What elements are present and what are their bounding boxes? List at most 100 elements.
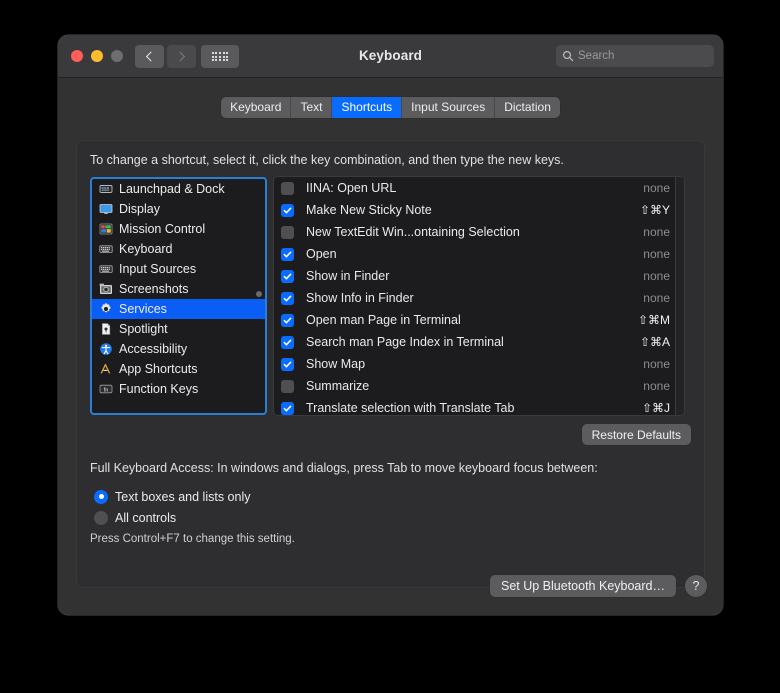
shortcut-value[interactable]: ⇧⌘M bbox=[638, 313, 670, 327]
shortcut-value[interactable]: ⇧⌘J bbox=[642, 401, 670, 415]
shortcut-value[interactable]: none bbox=[643, 269, 670, 283]
shortcut-name: Translate selection with Translate Tab bbox=[306, 401, 515, 415]
shortcut-name: Show Info in Finder bbox=[306, 291, 414, 305]
full-keyboard-access-heading: Full Keyboard Access: In windows and dia… bbox=[90, 461, 598, 475]
table-row[interactable]: Show Map none bbox=[274, 353, 684, 375]
fn-key-icon: fn bbox=[98, 382, 113, 397]
tab-bar: Keyboard Text Shortcuts Input Sources Di… bbox=[58, 97, 723, 118]
shortcuts-list[interactable]: IINA: Open URL none Make New Sticky Note… bbox=[274, 177, 684, 415]
table-row[interactable]: Search man Page Index in Terminal ⇧⌘A bbox=[274, 331, 684, 353]
radio-text-boxes-and-lists[interactable]: Text boxes and lists only bbox=[94, 486, 251, 507]
keyboard-preferences-window: Keyboard Keyboard Text Shortcuts Input S… bbox=[58, 35, 723, 615]
shortcuts-scrollbar[interactable] bbox=[675, 177, 684, 415]
sidebar-item-services[interactable]: Services bbox=[92, 299, 265, 319]
sidebar-scroll-knob[interactable] bbox=[256, 291, 262, 297]
shortcut-categories-list[interactable]: Launchpad & Dock Display Mission Control… bbox=[90, 177, 267, 415]
sidebar-scrollbar[interactable] bbox=[256, 179, 264, 413]
search-icon bbox=[562, 50, 574, 62]
shortcut-value[interactable]: none bbox=[643, 225, 670, 239]
table-row[interactable]: Open man Page in Terminal ⇧⌘M bbox=[274, 309, 684, 331]
shortcut-checkbox[interactable] bbox=[281, 379, 294, 393]
tab-input-sources[interactable]: Input Sources bbox=[402, 97, 496, 118]
shortcut-checkbox[interactable] bbox=[281, 335, 294, 349]
sidebar-item-input-sources[interactable]: Input Sources bbox=[92, 259, 265, 279]
sidebar-item-label: App Shortcuts bbox=[119, 362, 198, 376]
shortcut-value[interactable]: none bbox=[643, 181, 670, 195]
sidebar-item-label: Keyboard bbox=[119, 242, 173, 256]
radio-label: Text boxes and lists only bbox=[115, 489, 251, 504]
checkmark-icon bbox=[283, 273, 292, 279]
screenshots-icon bbox=[98, 282, 113, 297]
shortcut-value[interactable]: none bbox=[643, 357, 670, 371]
sidebar-item-label: Spotlight bbox=[119, 322, 168, 336]
sidebar-item-launchpad-dock[interactable]: Launchpad & Dock bbox=[92, 179, 265, 199]
launchpad-icon bbox=[98, 182, 113, 197]
shortcut-value[interactable]: none bbox=[643, 379, 670, 393]
shortcut-checkbox[interactable] bbox=[281, 225, 294, 239]
shortcut-value[interactable]: none bbox=[643, 247, 670, 261]
checkmark-icon bbox=[283, 295, 292, 301]
table-row[interactable]: Translate selection with Translate Tab ⇧… bbox=[274, 397, 684, 415]
table-row[interactable]: Make New Sticky Note ⇧⌘Y bbox=[274, 199, 684, 221]
keyboard-icon bbox=[98, 242, 113, 257]
shortcut-checkbox[interactable] bbox=[281, 313, 294, 327]
control-f7-note: Press Control+F7 to change this setting. bbox=[90, 533, 295, 545]
app-shortcuts-icon bbox=[98, 362, 113, 377]
sidebar-item-label: Input Sources bbox=[119, 262, 197, 276]
shortcut-value[interactable]: ⇧⌘A bbox=[640, 335, 670, 349]
shortcut-checkbox[interactable] bbox=[281, 181, 294, 195]
tab-text[interactable]: Text bbox=[291, 97, 333, 118]
radio-all-controls[interactable]: All controls bbox=[94, 507, 251, 528]
sidebar-item-label: Mission Control bbox=[119, 222, 206, 236]
shortcut-checkbox[interactable] bbox=[281, 291, 294, 305]
tab-shortcuts[interactable]: Shortcuts bbox=[332, 97, 403, 118]
sidebar-item-label: Services bbox=[119, 302, 167, 316]
shortcut-name: Open bbox=[306, 247, 337, 261]
tab-keyboard[interactable]: Keyboard bbox=[221, 97, 292, 118]
shortcut-checkbox[interactable] bbox=[281, 203, 294, 217]
sidebar-item-display[interactable]: Display bbox=[92, 199, 265, 219]
shortcut-checkbox[interactable] bbox=[281, 269, 294, 283]
table-row[interactable]: IINA: Open URL none bbox=[274, 177, 684, 199]
sidebar-item-mission-control[interactable]: Mission Control bbox=[92, 219, 265, 239]
title-bar: Keyboard bbox=[58, 35, 723, 78]
table-row[interactable]: Summarize none bbox=[274, 375, 684, 397]
shortcut-value[interactable]: ⇧⌘Y bbox=[640, 203, 670, 217]
radio-button-selected-icon[interactable] bbox=[94, 489, 108, 504]
radio-button-icon[interactable] bbox=[94, 510, 108, 525]
shortcuts-panel: To change a shortcut, select it, click t… bbox=[77, 141, 704, 587]
sidebar-item-accessibility[interactable]: Accessibility bbox=[92, 339, 265, 359]
checkmark-icon bbox=[283, 361, 292, 367]
shortcut-name: Summarize bbox=[306, 379, 370, 393]
spotlight-document-icon bbox=[98, 322, 113, 337]
shortcut-name: Search man Page Index in Terminal bbox=[306, 335, 504, 349]
sidebar-item-function-keys[interactable]: fn Function Keys bbox=[92, 379, 265, 399]
table-row[interactable]: Show Info in Finder none bbox=[274, 287, 684, 309]
shortcut-value[interactable]: none bbox=[643, 291, 670, 305]
table-row[interactable]: Open none bbox=[274, 243, 684, 265]
sidebar-item-app-shortcuts[interactable]: App Shortcuts bbox=[92, 359, 265, 379]
shortcut-checkbox[interactable] bbox=[281, 247, 294, 261]
search-input[interactable] bbox=[578, 50, 708, 62]
sidebar-item-keyboard[interactable]: Keyboard bbox=[92, 239, 265, 259]
table-row[interactable]: Show in Finder none bbox=[274, 265, 684, 287]
tab-dictation[interactable]: Dictation bbox=[495, 97, 560, 118]
gear-icon bbox=[98, 302, 113, 317]
shortcut-name: Show Map bbox=[306, 357, 366, 371]
table-row[interactable]: New TextEdit Win...ontaining Selection n… bbox=[274, 221, 684, 243]
shortcut-checkbox[interactable] bbox=[281, 401, 294, 415]
shortcut-checkbox[interactable] bbox=[281, 357, 294, 371]
restore-defaults-button[interactable]: Restore Defaults bbox=[581, 424, 691, 445]
sidebar-item-spotlight[interactable]: Spotlight bbox=[92, 319, 265, 339]
checkmark-icon bbox=[283, 251, 292, 257]
mission-control-icon bbox=[98, 222, 113, 237]
sidebar-item-label: Screenshots bbox=[119, 282, 189, 296]
search-field[interactable] bbox=[556, 45, 714, 67]
shortcut-name: Show in Finder bbox=[306, 269, 390, 283]
sidebar-item-label: Accessibility bbox=[119, 342, 188, 356]
lists-container: Launchpad & Dock Display Mission Control… bbox=[90, 177, 684, 415]
help-button[interactable]: ? bbox=[685, 575, 707, 597]
sidebar-item-screenshots[interactable]: Screenshots bbox=[92, 279, 265, 299]
set-up-bluetooth-keyboard-button[interactable]: Set Up Bluetooth Keyboard… bbox=[490, 575, 676, 597]
shortcut-name: Make New Sticky Note bbox=[306, 203, 432, 217]
